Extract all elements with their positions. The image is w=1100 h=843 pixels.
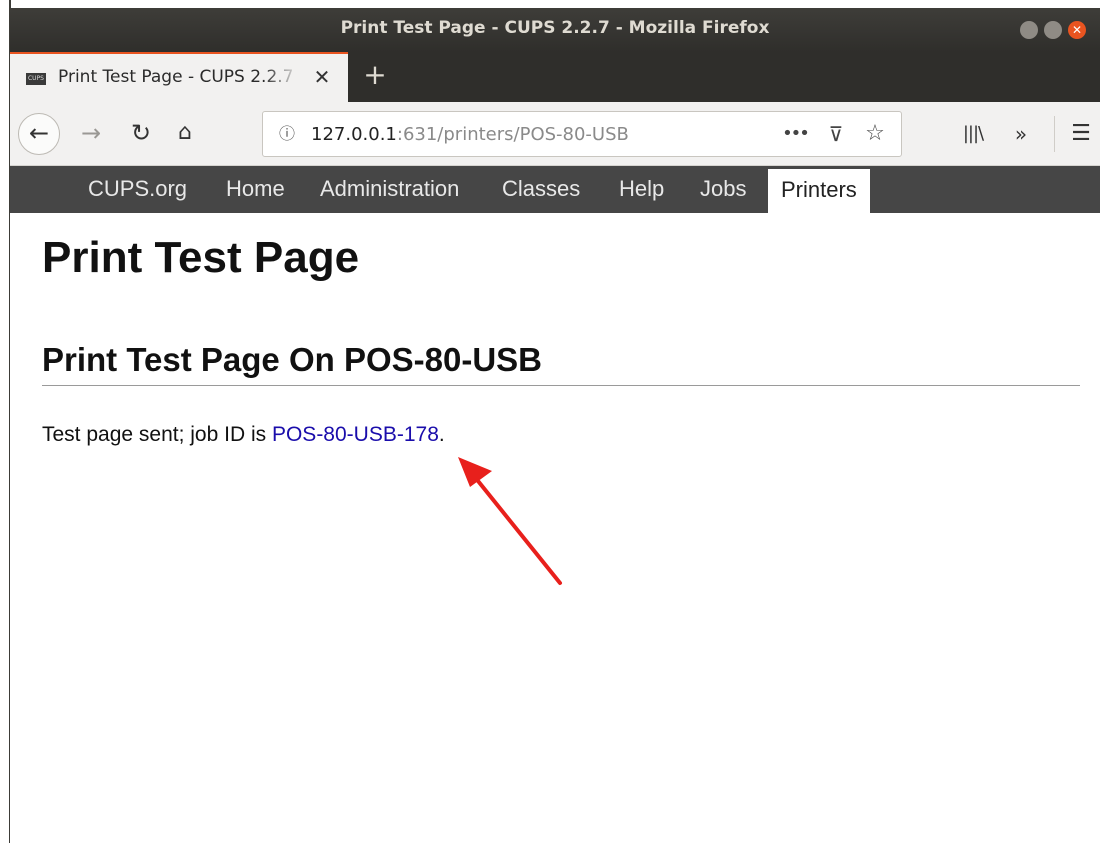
home-icon[interactable]: ⌂ <box>170 118 200 148</box>
annotation-arrow-icon <box>458 457 562 585</box>
page-actions-icon[interactable]: ••• <box>781 122 810 146</box>
hamburger-menu-icon[interactable]: ☰ <box>1066 119 1096 149</box>
new-tab-button[interactable]: + <box>360 60 390 90</box>
minimize-button[interactable] <box>1020 21 1038 39</box>
window-close-button[interactable]: ✕ <box>1068 21 1086 39</box>
library-icon[interactable]: |||\ <box>958 119 988 149</box>
tab-print-test-page[interactable]: CUPS Print Test Page - CUPS 2.2.7 ✕ <box>10 52 348 102</box>
url-text[interactable]: 127.0.0.1:631/printers/POS-80-USB <box>311 124 629 145</box>
url-host: 127.0.0.1 <box>311 124 397 145</box>
status-message: Test page sent; job ID is POS-80-USB-178… <box>42 423 445 447</box>
back-arrow-icon[interactable]: ← <box>18 113 60 155</box>
message-suffix: . <box>438 423 445 446</box>
nav-link-home[interactable]: Home <box>226 166 285 213</box>
nav-link-classes[interactable]: Classes <box>502 166 580 213</box>
pocket-icon[interactable]: ⊽ <box>823 122 849 146</box>
cups-navbar: CUPS.org Home Administration Classes Hel… <box>10 166 1100 213</box>
toolbar-separator <box>1054 116 1055 152</box>
nav-link-printers[interactable]: Printers <box>768 169 870 213</box>
maximize-button[interactable] <box>1044 21 1062 39</box>
page-title: Print Test Page <box>42 233 360 282</box>
page-content: Print Test Page Print Test Page On POS-8… <box>10 213 1100 843</box>
reload-icon[interactable]: ↻ <box>126 118 156 148</box>
tab-title: Print Test Page - CUPS 2.2.7 <box>58 67 294 87</box>
job-id-link[interactable]: POS-80-USB-178 <box>272 423 439 446</box>
section-title: Print Test Page On POS-80-USB <box>42 341 542 378</box>
nav-link-administration[interactable]: Administration <box>320 166 459 213</box>
bookmark-star-icon[interactable]: ☆ <box>861 121 889 147</box>
address-bar[interactable]: ⓘ 127.0.0.1:631/printers/POS-80-USB ••• … <box>262 111 902 157</box>
nav-link-cups-org[interactable]: CUPS.org <box>88 166 187 213</box>
overflow-chevron-icon[interactable]: » <box>1006 119 1036 149</box>
forward-arrow-icon[interactable]: → <box>76 118 106 148</box>
section-divider <box>42 385 1080 386</box>
url-path: :631/printers/POS-80-USB <box>396 124 629 145</box>
tab-bar: CUPS Print Test Page - CUPS 2.2.7 ✕ + <box>10 52 1100 102</box>
cups-favicon-icon: CUPS <box>26 73 46 85</box>
site-info-icon[interactable]: ⓘ <box>277 124 297 144</box>
window-titlebar: Print Test Page - CUPS 2.2.7 - Mozilla F… <box>10 8 1100 52</box>
nav-link-jobs[interactable]: Jobs <box>700 166 746 213</box>
window-title: Print Test Page - CUPS 2.2.7 - Mozilla F… <box>340 18 770 38</box>
message-prefix: Test page sent; job ID is <box>42 423 272 446</box>
navigation-toolbar: ← → ↻ ⌂ ⓘ 127.0.0.1:631/printers/POS-80-… <box>10 102 1100 166</box>
tab-close-icon[interactable]: ✕ <box>310 65 334 89</box>
nav-link-help[interactable]: Help <box>619 166 664 213</box>
